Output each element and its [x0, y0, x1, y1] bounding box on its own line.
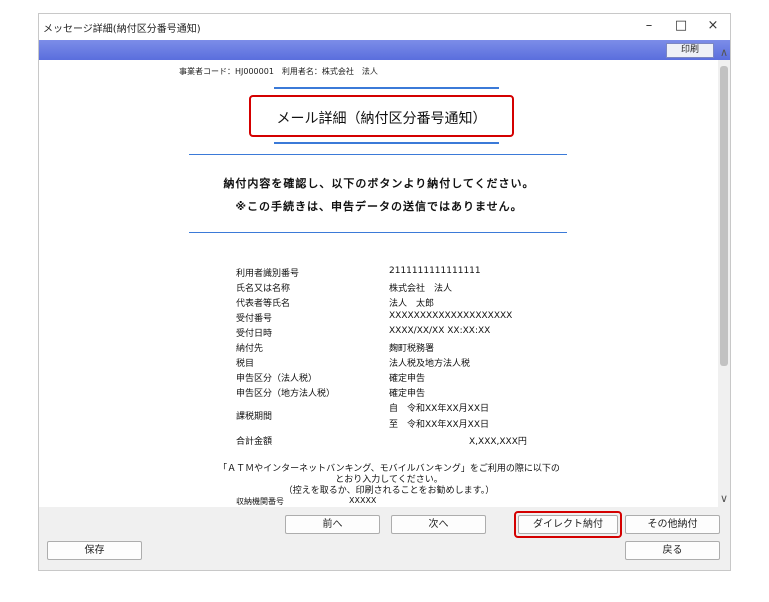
back-button[interactable]: 戻る: [625, 541, 720, 560]
row-value: 確定申告: [389, 374, 426, 384]
print-button[interactable]: 印刷: [666, 43, 714, 58]
row-label: 受付番号: [236, 314, 273, 324]
minimize-icon[interactable]: –: [637, 16, 661, 36]
maximize-icon[interactable]: □: [669, 16, 693, 36]
business-code-header: 事業者コード：HJ000001 利用者名：株式会社 法人: [179, 67, 378, 76]
row-value: 確定申告: [389, 389, 426, 399]
title-bottom-rule: [274, 142, 499, 144]
institution-number-label: 収納機関番号: [236, 497, 284, 506]
direct-pay-button[interactable]: ダイレクト納付: [518, 515, 618, 534]
tax-period-label: 課税期間: [236, 412, 273, 422]
tax-period-from: 自 令和XX年XX月XX日: [389, 404, 489, 414]
notice-message: ※この手続きは、申告データの送信ではありません。: [235, 200, 523, 213]
total-amount-label: 合計金額: [236, 437, 273, 447]
scroll-down-icon[interactable]: ∨: [718, 492, 730, 505]
row-label: 代表者等氏名: [236, 299, 291, 309]
row-label: 受付日時: [236, 329, 273, 339]
row-value: 法人 太郎: [389, 299, 435, 309]
scrollbar-thumb[interactable]: [720, 66, 728, 366]
save-button[interactable]: 保存: [47, 541, 142, 560]
tax-period-to: 至 令和XX年XX月XX日: [389, 420, 489, 430]
row-value: XXXXXXXXXXXXXXXXXXXX: [389, 311, 513, 321]
title-top-rule: [274, 87, 499, 89]
row-value: 2111111111111111: [389, 266, 481, 276]
other-pay-button[interactable]: その他納付: [625, 515, 720, 534]
row-value: 株式会社 法人: [389, 284, 453, 294]
divider: [189, 154, 567, 155]
document-view: 事業者コード：HJ000001 利用者名：株式会社 法人 メール詳細（納付区分番…: [39, 60, 718, 507]
prev-button[interactable]: 前へ: [285, 515, 380, 534]
row-label: 利用者識別番号: [236, 269, 300, 279]
message-detail-window: メッセージ詳細(納付区分番号通知) – □ × 印刷 事業者コード：HJ0000…: [38, 13, 731, 571]
row-value: 法人税及地方法人税: [389, 359, 471, 369]
row-label: 申告区分（法人税）: [236, 374, 318, 384]
vertical-scrollbar[interactable]: ∨: [718, 60, 730, 507]
divider: [189, 232, 567, 233]
total-amount-value: X,XXX,XXX円: [469, 437, 527, 447]
row-label: 申告区分（地方法人税）: [236, 389, 336, 399]
toolbar: 印刷: [39, 40, 730, 60]
page-title: メール詳細（納付区分番号通知）: [276, 111, 487, 127]
institution-number-value: XXXXX: [349, 496, 377, 505]
window-title: メッセージ詳細(納付区分番号通知): [43, 24, 201, 35]
scroll-up-icon[interactable]: ∧: [720, 46, 728, 59]
instruction-message: 納付内容を確認し、以下のボタンより納付してください。: [223, 177, 535, 190]
title-bar: メッセージ詳細(納付区分番号通知) – □ ×: [39, 14, 730, 40]
row-value: 麹町税務署: [389, 344, 435, 354]
row-label: 氏名又は名称: [236, 284, 291, 294]
next-button[interactable]: 次へ: [391, 515, 486, 534]
close-icon[interactable]: ×: [701, 16, 725, 36]
row-value: XXXX/XX/XX XX:XX:XX: [389, 326, 491, 336]
row-label: 税目: [236, 359, 255, 369]
row-label: 納付先: [236, 344, 264, 354]
payment-note: （控えを取るか、印刷されることをお勧めします。）: [283, 486, 495, 496]
